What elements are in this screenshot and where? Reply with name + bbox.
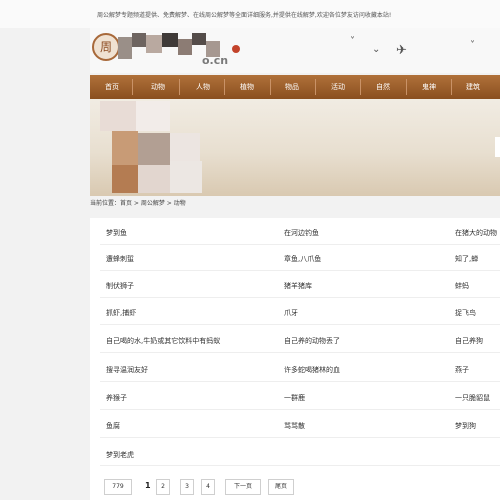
pagination-page-3[interactable]: 3 <box>180 479 194 495</box>
dream-link[interactable]: 鱼腐 <box>106 421 276 431</box>
next-page-button[interactable]: 下一页 <box>225 479 261 495</box>
dream-link[interactable]: 自己养狗 <box>455 336 500 346</box>
nav-divider <box>224 79 225 95</box>
nav-item-plants[interactable]: 植物 <box>230 75 264 99</box>
dream-link[interactable]: 养猴子 <box>106 393 276 403</box>
main-nav: 首页 动物 人物 植物 物品 活动 自然 鬼神 建筑 <box>90 75 500 99</box>
nav-divider <box>270 79 271 95</box>
dream-link[interactable]: 一只脆貂鼠 <box>455 393 500 403</box>
dream-link[interactable]: 捉飞鸟 <box>455 308 500 318</box>
dream-link[interactable]: 抓虾,捕虾 <box>106 308 276 318</box>
pagination-page-4[interactable]: 4 <box>201 479 215 495</box>
nav-item-buildings[interactable]: 建筑 <box>456 75 490 99</box>
row-divider <box>100 465 500 466</box>
last-page-button[interactable]: 尾页 <box>268 479 294 495</box>
row-divider <box>100 381 500 382</box>
row-divider <box>100 297 500 298</box>
site-logo[interactable]: 周 <box>92 33 120 61</box>
breadcrumb: 当前位置：首页 > 周公解梦 > 动物 <box>90 200 186 207</box>
dream-link[interactable]: 爪牙 <box>284 308 434 318</box>
nav-divider <box>360 79 361 95</box>
row-divider <box>100 270 500 271</box>
nav-divider <box>315 79 316 95</box>
nav-divider <box>132 79 133 95</box>
dream-link[interactable]: 章鱼,八爪鱼 <box>284 254 434 264</box>
logo-domain: o.cn <box>202 54 229 67</box>
banner-image <box>90 99 500 196</box>
dream-link[interactable]: 蚌蚂 <box>455 281 500 291</box>
row-divider <box>100 437 500 438</box>
bird-icon: ˅ <box>470 40 475 51</box>
dream-link[interactable]: 梦到狗 <box>455 421 500 431</box>
row-divider <box>100 409 500 410</box>
dream-link[interactable]: 知了,蝉 <box>455 254 500 264</box>
dream-link[interactable]: 遭蜂刺蜇 <box>106 254 276 264</box>
row-divider <box>100 244 500 245</box>
nav-item-activities[interactable]: 活动 <box>321 75 355 99</box>
nav-divider <box>179 79 180 95</box>
nav-divider <box>406 79 407 95</box>
nav-item-nature[interactable]: 自然 <box>366 75 400 99</box>
dream-link[interactable]: 在猪大的动物 <box>455 228 500 238</box>
nav-divider <box>451 79 452 95</box>
dream-link[interactable]: 搜寻温润友好 <box>106 365 276 375</box>
bird-icon: ˅ <box>350 36 355 47</box>
banner-edge <box>495 137 500 157</box>
dream-link[interactable]: 梦到老虎 <box>106 450 276 460</box>
nav-item-home[interactable]: 首页 <box>95 75 129 99</box>
dream-link[interactable]: 一群鹿 <box>284 393 434 403</box>
dream-link[interactable]: 许多蛇喝猪林的血 <box>284 365 434 375</box>
dream-link[interactable]: 在河边钓鱼 <box>284 228 434 238</box>
dream-link[interactable]: 梦到鱼 <box>106 228 276 238</box>
dream-link[interactable]: 制伏狮子 <box>106 281 276 291</box>
announcement-text: 周公解梦专题频道提供、免费解梦、在线周公解梦等全面详细服务,并提供在线解梦,欢迎… <box>97 12 392 19</box>
nav-item-objects[interactable]: 物品 <box>275 75 309 99</box>
nav-item-animals[interactable]: 动物 <box>141 75 175 99</box>
dream-link[interactable]: 骂骂散 <box>284 421 434 431</box>
pagination-current-page: 1 <box>145 481 151 490</box>
nav-item-people[interactable]: 人物 <box>186 75 220 99</box>
dream-link[interactable]: 自己养的动物丢了 <box>284 336 434 346</box>
row-divider <box>100 352 500 353</box>
pagination-total-count: 779 <box>104 479 132 495</box>
top-announcement-bar: 周公解梦专题频道提供、免费解梦、在线周公解梦等全面详细服务,并提供在线解梦,欢迎… <box>0 0 500 28</box>
dream-link[interactable]: 燕子 <box>455 365 500 375</box>
bird-icon: ✈ <box>396 43 407 58</box>
nav-item-ghosts[interactable]: 鬼神 <box>412 75 446 99</box>
bird-icon: ⌄ <box>372 44 381 55</box>
row-divider <box>100 324 500 325</box>
pagination-page-2[interactable]: 2 <box>156 479 170 495</box>
dream-link[interactable]: 猪羊猪库 <box>284 281 434 291</box>
logo-seal-icon <box>232 45 240 53</box>
dream-link[interactable]: 自己喝的水,牛奶或其它饮料中有蚂蚁 <box>106 336 276 346</box>
